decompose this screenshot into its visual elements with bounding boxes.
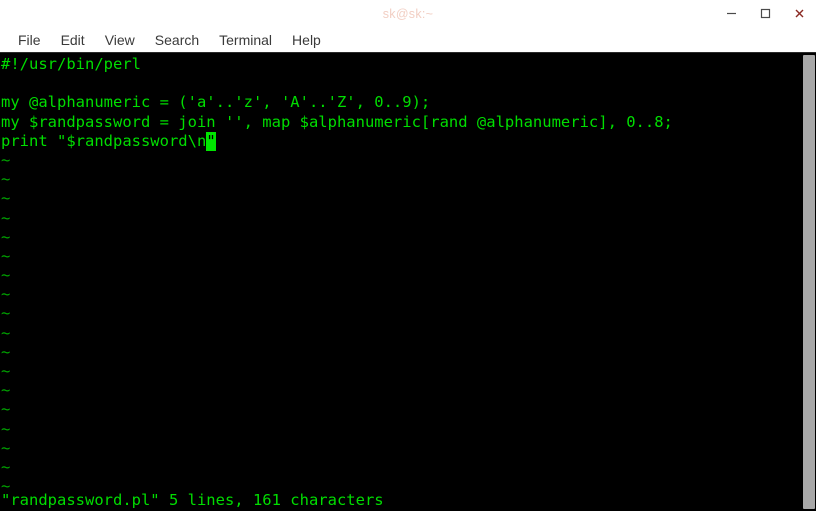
code-line: my @alphanumeric = ('a'..'z', 'A'..'Z', … bbox=[1, 93, 431, 112]
vim-editor-area[interactable]: #!/usr/bin/perl my @alphanumeric = ('a'.… bbox=[0, 53, 800, 511]
window-title: sk@sk:~ bbox=[382, 6, 434, 21]
menu-item-view[interactable]: View bbox=[95, 33, 145, 47]
empty-line-marker: ~ bbox=[1, 438, 11, 457]
text-buffer: #!/usr/bin/perl my @alphanumeric = ('a'.… bbox=[1, 55, 800, 496]
menu-item-file[interactable]: File bbox=[8, 33, 51, 47]
empty-line-marker: ~ bbox=[1, 400, 11, 419]
empty-line-marker: ~ bbox=[1, 342, 11, 361]
vim-status-line: "randpassword.pl" 5 lines, 161 character… bbox=[1, 490, 384, 509]
terminal-body: #!/usr/bin/perl my @alphanumeric = ('a'.… bbox=[0, 53, 816, 511]
empty-line-marker: ~ bbox=[1, 150, 11, 169]
maximize-button[interactable] bbox=[748, 0, 782, 27]
scrollbar[interactable] bbox=[800, 53, 816, 511]
window-controls bbox=[714, 0, 816, 27]
text-cursor: " bbox=[206, 131, 216, 151]
empty-line-marker: ~ bbox=[1, 304, 11, 323]
menu-item-terminal[interactable]: Terminal bbox=[209, 33, 282, 47]
empty-line-marker: ~ bbox=[1, 419, 11, 438]
empty-line-marker: ~ bbox=[1, 189, 11, 208]
empty-line-marker: ~ bbox=[1, 170, 11, 189]
minimize-button[interactable] bbox=[714, 0, 748, 27]
empty-line-marker: ~ bbox=[1, 457, 11, 476]
menu-bar: File Edit View Search Terminal Help bbox=[0, 27, 816, 53]
empty-line-marker: ~ bbox=[1, 266, 11, 285]
empty-line-marker: ~ bbox=[1, 227, 11, 246]
empty-line-marker: ~ bbox=[1, 285, 11, 304]
menu-item-help[interactable]: Help bbox=[282, 33, 331, 47]
close-button[interactable] bbox=[782, 0, 816, 27]
scrollbar-thumb[interactable] bbox=[803, 55, 815, 509]
menu-item-edit[interactable]: Edit bbox=[51, 33, 95, 47]
empty-line-marker: ~ bbox=[1, 323, 11, 342]
code-line: #!/usr/bin/perl bbox=[1, 55, 141, 73]
code-line: my $randpassword = join '', map $alphanu… bbox=[1, 112, 673, 131]
title-bar[interactable]: sk@sk:~ bbox=[0, 0, 816, 27]
menu-item-search[interactable]: Search bbox=[145, 33, 209, 47]
empty-line-marker: ~ bbox=[1, 381, 11, 400]
code-line-text: print "$randpassword\n bbox=[1, 131, 207, 150]
code-line-with-cursor: print "$randpassword\n" bbox=[1, 131, 800, 151]
empty-line-marker: ~ bbox=[1, 246, 11, 265]
terminal-window: sk@sk:~ File Edit View Search Terminal H… bbox=[0, 0, 816, 511]
empty-line-marker: ~ bbox=[1, 362, 11, 380]
empty-line-marker: ~ bbox=[1, 208, 11, 227]
